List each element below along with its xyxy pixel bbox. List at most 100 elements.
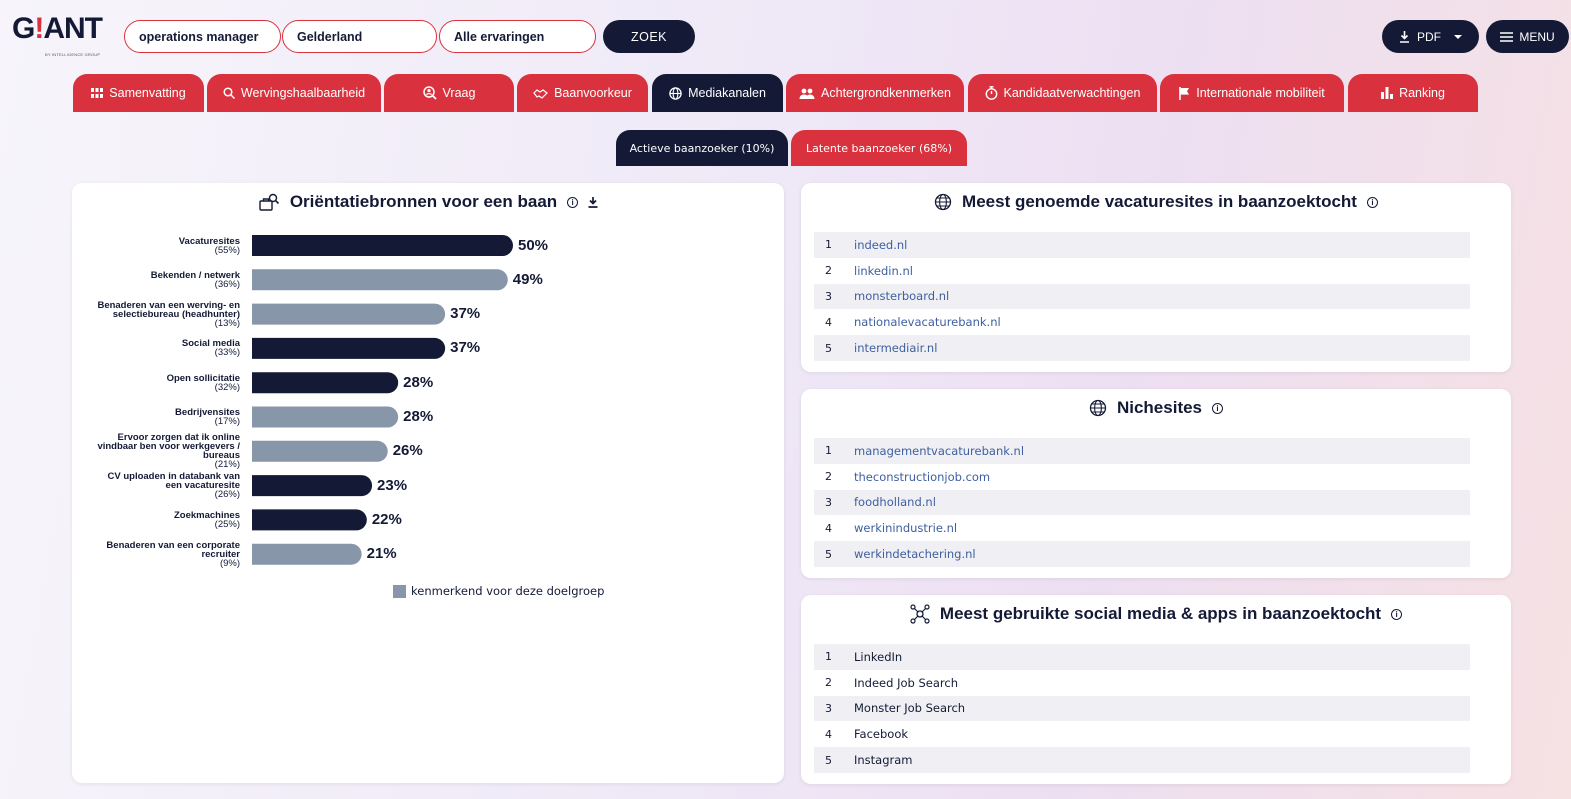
reference-value: (13%) bbox=[214, 317, 240, 329]
app-name: LinkedIn bbox=[854, 649, 903, 664]
vacature-sites-list: 1 indeed.nl 2 linkedin.nl 3 monsterboard.nl… bbox=[814, 232, 1470, 361]
tab-achtergrondkenmerken[interactable]: Achtergrondkenmerken bbox=[786, 74, 964, 112]
bar-value-label: 49% bbox=[512, 270, 543, 288]
giant-logo[interactable]: G!ANT BY INTELLIGENCE GROUP bbox=[12, 14, 107, 58]
info-icon[interactable]: i bbox=[1366, 196, 1378, 208]
pdf-label: PDF bbox=[1417, 29, 1441, 44]
bar-7 bbox=[252, 440, 388, 462]
list-item: 5 Instagram bbox=[814, 747, 1470, 773]
list-item: 1 managementvacaturebank.nl bbox=[814, 438, 1470, 464]
reference-value: (33%) bbox=[214, 347, 240, 359]
chart-legend: kenmerkend voor deze doelgroep bbox=[393, 584, 604, 598]
site-link[interactable]: managementvacaturebank.nl bbox=[854, 444, 1024, 458]
bar-value-label: 50% bbox=[518, 236, 549, 254]
bar-chart-icon bbox=[1381, 87, 1394, 99]
tab-baanvoorkeur[interactable]: Baanvoorkeur bbox=[517, 74, 648, 112]
stopwatch-icon bbox=[985, 86, 997, 100]
site-link[interactable]: monsterboard.nl bbox=[854, 289, 949, 303]
list-item: 1 indeed.nl bbox=[814, 232, 1470, 258]
list-item: 2 Indeed Job Search bbox=[825, 675, 958, 690]
caret-down-icon bbox=[1454, 34, 1462, 39]
reference-value: (26%) bbox=[214, 489, 240, 501]
list-item: 4 nationalevacaturebank.nl bbox=[825, 315, 1001, 330]
list-item: 4 werkinindustrie.nl bbox=[825, 521, 958, 536]
tab-kandidaatverwachtingen[interactable]: Kandidaatverwachtingen bbox=[968, 74, 1157, 112]
logo-subtext: BY INTELLIGENCE GROUP bbox=[45, 52, 101, 57]
menu-button[interactable]: MENU bbox=[1486, 20, 1569, 53]
bar-category-label: Vacaturesites (55%) bbox=[65, 236, 240, 256]
experience-select[interactable] bbox=[439, 20, 596, 53]
site-link[interactable]: werkinindustrie.nl bbox=[854, 521, 957, 535]
globe-icon bbox=[669, 86, 682, 100]
app-name: Facebook bbox=[854, 727, 909, 742]
bar-value-label: 23% bbox=[377, 476, 408, 494]
list-item: 3 monsterboard.nl bbox=[814, 283, 1470, 310]
niche-sites-list: 1 managementvacaturebank.nl 2 theconstruct… bbox=[814, 438, 1470, 567]
bar-value-label: 37% bbox=[450, 339, 481, 357]
bar-value-label: 28% bbox=[403, 408, 434, 425]
site-link[interactable]: intermediair.nl bbox=[854, 341, 937, 355]
bar-value-label: 37% bbox=[450, 305, 481, 323]
bar-category-label: Ervoor zorgen dat ik online vindbaar ben … bbox=[65, 433, 240, 471]
bar-value-label: 28% bbox=[403, 373, 434, 391]
reference-value: (32%) bbox=[214, 381, 240, 393]
search-icon bbox=[223, 87, 235, 99]
tab-mediakanalen[interactable]: Mediakanalen bbox=[652, 74, 783, 112]
download-icon bbox=[1400, 30, 1409, 43]
site-link[interactable]: indeed.nl bbox=[854, 238, 907, 252]
pdf-download-button[interactable]: PDF bbox=[1382, 20, 1479, 53]
bar-category-label: Social media (33%) bbox=[65, 339, 240, 359]
app-name: Indeed Job Search bbox=[854, 675, 958, 690]
legend-swatch bbox=[393, 584, 406, 598]
tab-vraag[interactable]: Vraag bbox=[384, 74, 514, 112]
legend-label: kenmerkend voor deze doelgroep bbox=[411, 584, 605, 598]
people-icon bbox=[799, 88, 815, 99]
site-link[interactable]: theconstructionjob.com bbox=[854, 470, 990, 484]
bar-category-label: CV uploaden in databank van een vacatures… bbox=[65, 472, 241, 501]
social-media-title: Meest gebruikte social media & apps in b… bbox=[939, 604, 1382, 623]
tab-internationale-mobiliteit[interactable]: Internationale mobiliteit bbox=[1160, 74, 1344, 112]
globe-icon bbox=[1089, 399, 1107, 417]
tab-samenvatting[interactable]: Samenvatting bbox=[73, 74, 204, 112]
search-button[interactable]: ZOEK bbox=[603, 20, 695, 53]
info-icon[interactable]: i bbox=[1391, 608, 1403, 620]
bar-4 bbox=[252, 337, 446, 359]
reference-value: (17%) bbox=[214, 416, 240, 427]
region-input[interactable] bbox=[282, 20, 437, 53]
niche-sites-title: Nichesites bbox=[1116, 398, 1203, 417]
social-media-card: Meest gebruikte social media & apps in b… bbox=[801, 595, 1511, 784]
site-link[interactable]: nationalevacaturebank.nl bbox=[854, 315, 1001, 329]
orientation-card: Oriëntatiebronnen voor een baan i 50% Vac… bbox=[72, 183, 784, 783]
social-network-icon bbox=[910, 604, 930, 624]
top-bar: G!ANT BY INTELLIGENCE GROUP ZOEK PDF MEN… bbox=[0, 0, 1571, 74]
niche-sites-header: Nichesites i bbox=[801, 398, 1511, 418]
reference-value: (25%) bbox=[214, 518, 240, 530]
bar-category-label: Benaderen van een corporate recruiter (9%) bbox=[65, 540, 240, 568]
bar-category-label: Open sollicitatie (32%) bbox=[65, 373, 240, 393]
bar-9 bbox=[252, 509, 367, 531]
reference-value: (21%) bbox=[214, 459, 240, 471]
site-link[interactable]: werkindetachering.nl bbox=[854, 547, 976, 561]
handshake-icon bbox=[533, 88, 548, 99]
reference-value: (55%) bbox=[214, 244, 240, 256]
subtab-latente-baanzoeker[interactable]: Latente baanzoeker (68%) bbox=[791, 130, 967, 166]
orientation-bar-chart: 50% Vacaturesites (55%) 49% Bekenden / netwe… bbox=[72, 183, 784, 583]
bar-6 bbox=[252, 406, 399, 428]
flag-icon bbox=[1179, 86, 1190, 100]
list-item: 5 intermediair.nl bbox=[814, 335, 1470, 361]
bar-value-label: 22% bbox=[371, 510, 402, 528]
tab-wervingshaalbaarheid[interactable]: Wervingshaalbaarheid bbox=[207, 74, 381, 112]
site-link[interactable]: linkedin.nl bbox=[854, 264, 913, 278]
info-icon[interactable]: i bbox=[1212, 402, 1224, 414]
list-item: 1 LinkedIn bbox=[814, 644, 1470, 670]
site-link[interactable]: foodholland.nl bbox=[854, 495, 936, 509]
tab-ranking[interactable]: Ranking bbox=[1348, 74, 1478, 112]
bar-10 bbox=[252, 543, 362, 565]
list-item: 2 theconstructionjob.com bbox=[825, 469, 991, 484]
bar-value-label: 26% bbox=[392, 442, 423, 460]
bar-category-label: Bedrijvensites (17%) bbox=[65, 408, 240, 427]
reference-value: (36%) bbox=[214, 278, 240, 290]
job-title-input[interactable] bbox=[124, 20, 281, 53]
subtab-actieve-baanzoeker[interactable]: Actieve baanzoeker (10%) bbox=[616, 130, 788, 166]
bar-1 bbox=[252, 235, 513, 256]
